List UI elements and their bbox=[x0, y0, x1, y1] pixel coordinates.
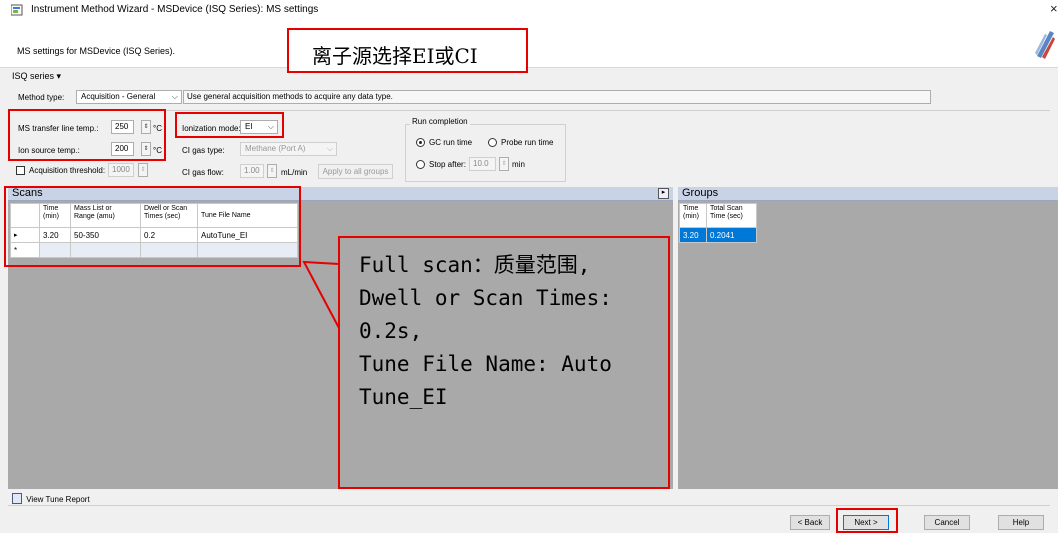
chevron-down-icon: ⌵ bbox=[171, 92, 178, 101]
ion-source-temp-label: Ion source temp.: bbox=[18, 146, 80, 155]
callout-pointer bbox=[302, 260, 340, 329]
ion-source-temp-spinner[interactable]: ⇕ bbox=[141, 142, 151, 156]
gc-run-time-radio[interactable] bbox=[416, 138, 425, 147]
stop-after-radio[interactable] bbox=[416, 160, 425, 169]
view-tune-report-link[interactable]: View Tune Report bbox=[12, 493, 90, 504]
probe-run-time-radio[interactable] bbox=[488, 138, 497, 147]
ci-gas-flow-spinner[interactable]: ⇕ bbox=[267, 164, 277, 178]
scans-highlight bbox=[4, 186, 301, 267]
probe-run-time-label: Probe run time bbox=[501, 138, 554, 147]
ion-source-temp-input[interactable]: 200 bbox=[111, 142, 134, 156]
callout-line: 0.2s, bbox=[359, 319, 423, 343]
acquisition-threshold-input[interactable]: 1000 bbox=[108, 163, 134, 177]
group-time-cell[interactable]: 3.20 bbox=[679, 227, 707, 243]
callout-line: Tune File Name: Auto bbox=[359, 352, 612, 376]
groups-header-row: Time (min) Total Scan Time (sec) bbox=[679, 203, 757, 228]
transfer-line-temp-value: 250 bbox=[115, 122, 129, 131]
ci-gas-type-select[interactable]: Methane (Port A) ⌵ bbox=[240, 142, 337, 156]
report-icon bbox=[12, 493, 22, 504]
separator bbox=[8, 505, 1050, 506]
groups-title: Groups bbox=[682, 187, 719, 199]
stop-after-value: 10.0 bbox=[473, 159, 489, 168]
transfer-line-temp-spinner[interactable]: ⇕ bbox=[141, 120, 151, 134]
ci-gas-flow-unit: mL/min bbox=[281, 168, 308, 177]
column-header-line: Time (sec) bbox=[710, 213, 743, 220]
transfer-line-temp-input[interactable]: 250 bbox=[111, 120, 134, 134]
ion-source-temp-unit: °C bbox=[153, 146, 162, 155]
stop-after-unit: min bbox=[512, 160, 525, 169]
run-completion-group bbox=[405, 124, 566, 182]
ion-source-temp-value: 200 bbox=[115, 144, 129, 153]
column-header-line: Total Scan bbox=[710, 205, 743, 212]
method-description-field: Use general acquisition methods to acqui… bbox=[183, 90, 931, 104]
callout-line: Dwell or Scan Times: bbox=[359, 286, 612, 310]
chevron-down-icon: ⌵ bbox=[267, 122, 274, 131]
method-type-select[interactable]: Acquisition - General ⌵ bbox=[76, 90, 182, 104]
method-type-value: Acquisition - General bbox=[81, 92, 156, 101]
groups-table: Time (min) Total Scan Time (sec) 3.20 0.20… bbox=[679, 203, 757, 243]
table-row[interactable]: 3.20 0.2041 bbox=[679, 227, 757, 243]
acquisition-threshold-checkbox[interactable] bbox=[16, 166, 25, 175]
app-icon bbox=[11, 4, 23, 16]
acquisition-threshold-spinner[interactable]: ⇕ bbox=[138, 163, 148, 177]
stop-after-label: Stop after: bbox=[429, 160, 466, 169]
method-type-label: Method type: bbox=[18, 93, 65, 102]
annotation-ion-source-text: 离子源选择EI或CI bbox=[312, 44, 478, 68]
stop-after-spinner[interactable]: ⇕ bbox=[499, 157, 509, 171]
ci-gas-flow-input[interactable]: 1.00 bbox=[240, 164, 264, 178]
brand-logo-icon bbox=[1035, 31, 1055, 59]
next-highlight bbox=[836, 508, 898, 533]
acquisition-threshold-value: 1000 bbox=[112, 165, 130, 174]
chevron-down-icon: ⌵ bbox=[326, 144, 333, 153]
title-bar: Instrument Method Wizard - MSDevice (ISQ… bbox=[0, 0, 1058, 23]
column-header-line: Time bbox=[683, 205, 699, 212]
wizard-subtitle: MS settings for MSDevice (ISQ Series). bbox=[17, 46, 176, 56]
view-tune-report-label: View Tune Report bbox=[26, 495, 90, 504]
ci-gas-type-label: CI gas type: bbox=[182, 146, 225, 155]
back-button[interactable]: < Back bbox=[790, 515, 830, 530]
ci-gas-flow-label: CI gas flow: bbox=[182, 168, 224, 177]
column-header[interactable]: Time (min) bbox=[679, 203, 707, 228]
transfer-line-temp-unit: °C bbox=[153, 124, 162, 133]
ionization-mode-select[interactable]: EI ⌵ bbox=[240, 120, 278, 134]
close-icon[interactable]: × bbox=[1050, 1, 1058, 16]
column-header-line: (min) bbox=[683, 213, 699, 220]
gc-run-time-label: GC run time bbox=[429, 138, 473, 147]
groups-panel-header: Groups bbox=[678, 187, 1058, 201]
ionization-mode-value: EI bbox=[245, 122, 253, 131]
window-title: Instrument Method Wizard - MSDevice (ISQ… bbox=[31, 4, 319, 15]
ci-gas-type-value: Methane (Port A) bbox=[245, 144, 306, 153]
ionization-mode-label: Ionization mode: bbox=[182, 124, 241, 133]
ci-gas-flow-value: 1.00 bbox=[244, 166, 260, 175]
column-header[interactable]: Total Scan Time (sec) bbox=[706, 203, 757, 228]
run-completion-title: Run completion bbox=[410, 117, 470, 126]
isq-series-menu[interactable]: ISQ series ▾ bbox=[12, 71, 61, 82]
apply-to-all-groups-button[interactable]: Apply to all groups bbox=[318, 164, 393, 179]
wizard-header: MS settings for MSDevice (ISQ Series). bbox=[0, 22, 1058, 68]
acquisition-threshold-label: Acquisition threshold: bbox=[29, 166, 106, 175]
method-description: Use general acquisition methods to acqui… bbox=[187, 92, 393, 101]
cancel-button[interactable]: Cancel bbox=[924, 515, 970, 530]
expand-icon[interactable]: ▸ bbox=[658, 188, 669, 199]
callout-line: Tune_EI bbox=[359, 385, 448, 409]
transfer-line-temp-label: MS transfer line temp.: bbox=[18, 124, 99, 133]
group-total-cell[interactable]: 0.2041 bbox=[706, 227, 757, 243]
callout-text-block: Full scan：质量范围, Dwell or Scan Times: 0.2… bbox=[359, 249, 612, 414]
stop-after-input[interactable]: 10.0 bbox=[469, 157, 496, 171]
callout-line: Full scan：质量范围, bbox=[359, 253, 591, 277]
help-button[interactable]: Help bbox=[998, 515, 1044, 530]
